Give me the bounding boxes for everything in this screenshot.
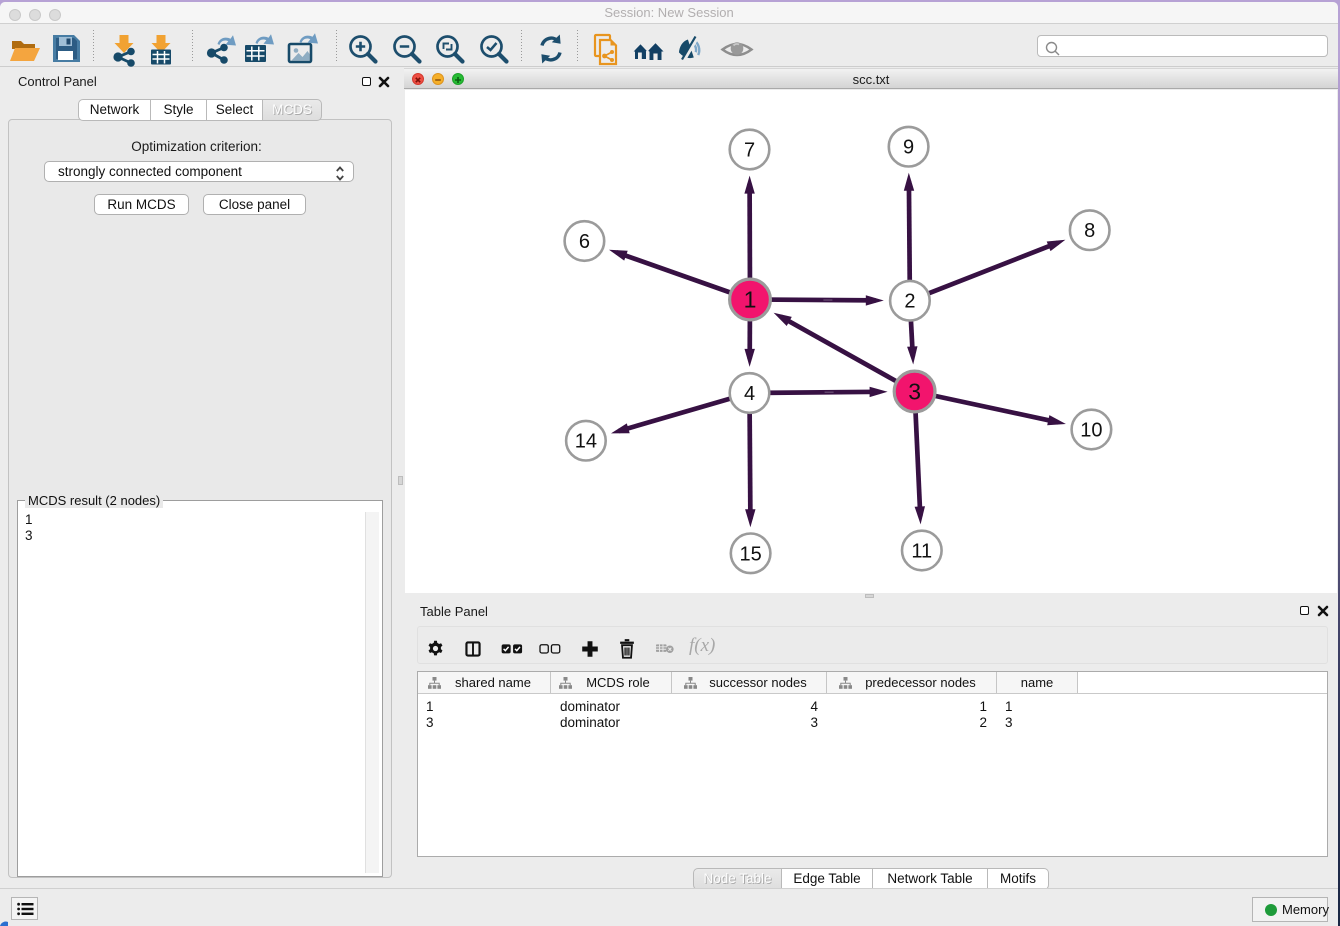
svg-text:1: 1 <box>744 287 757 313</box>
svg-text:8: 8 <box>1084 220 1095 242</box>
svg-text:15: 15 <box>739 543 761 565</box>
svg-text:9: 9 <box>903 137 914 159</box>
svg-text:4: 4 <box>744 383 755 405</box>
svg-text:10: 10 <box>1080 420 1102 442</box>
svg-text:6: 6 <box>579 231 590 253</box>
svg-text:11: 11 <box>911 541 932 563</box>
svg-text:7: 7 <box>744 140 755 162</box>
svg-text:2: 2 <box>904 291 915 313</box>
svg-text:3: 3 <box>908 379 921 405</box>
svg-text:14: 14 <box>575 431 597 453</box>
